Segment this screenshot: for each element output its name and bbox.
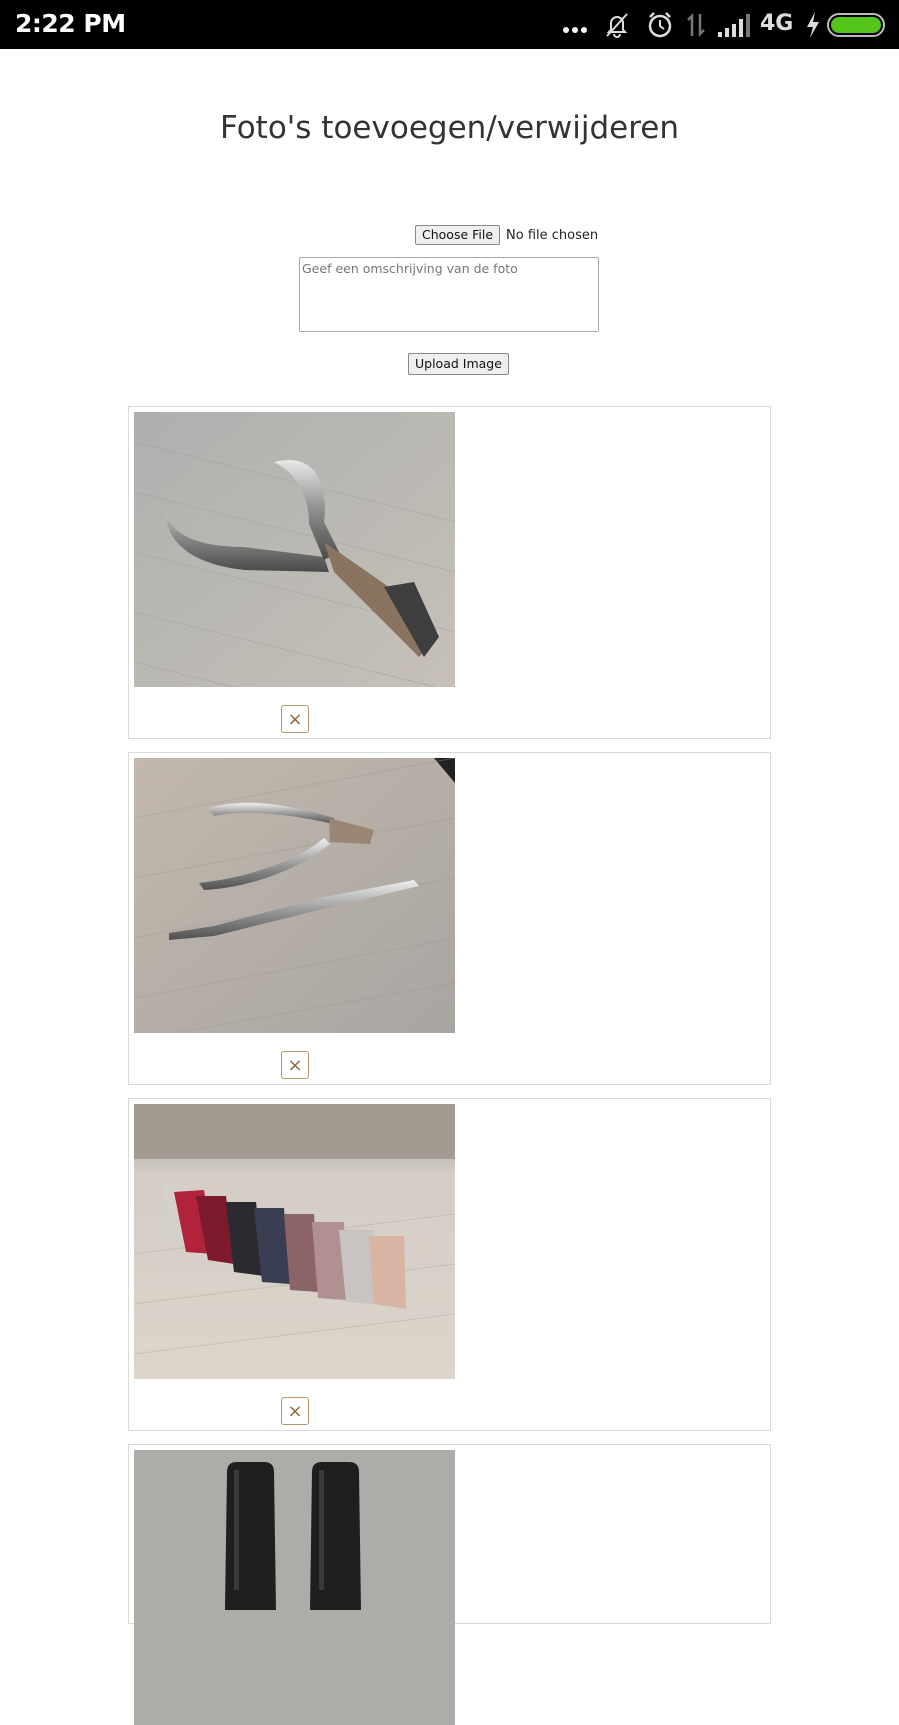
photo-card: × [128,1098,771,1431]
photo-image [134,758,455,1033]
photo-image [134,1104,455,1379]
signal-icon [718,12,752,43]
battery-icon [827,13,885,37]
file-picker[interactable]: Choose File No file chosen [415,225,598,245]
charging-icon [805,10,821,45]
choose-file-button[interactable]: Choose File [415,225,501,245]
status-time: 2:22 PM [15,9,126,38]
photo-card: × [128,406,771,739]
photo-card: × [128,752,771,1085]
status-bar: 2:22 PM 4G [0,0,899,49]
more-dots-icon [562,18,590,39]
no-file-text: No file chosen [506,227,599,243]
photo-image [134,412,455,687]
alarm-icon [645,10,675,45]
upload-image-button[interactable]: Upload Image [408,353,509,375]
delete-photo-button[interactable]: × [281,705,309,733]
photo-card [128,1444,771,1725]
mute-icon [602,10,632,45]
photo-image [134,1450,455,1725]
delete-photo-button[interactable]: × [281,1051,309,1079]
network-label: 4G [760,11,794,36]
page-title: Foto's toevoegen/verwijderen [219,110,680,146]
description-input[interactable] [299,257,599,332]
data-arrows-icon [684,10,708,45]
delete-photo-button[interactable]: × [281,1397,309,1425]
